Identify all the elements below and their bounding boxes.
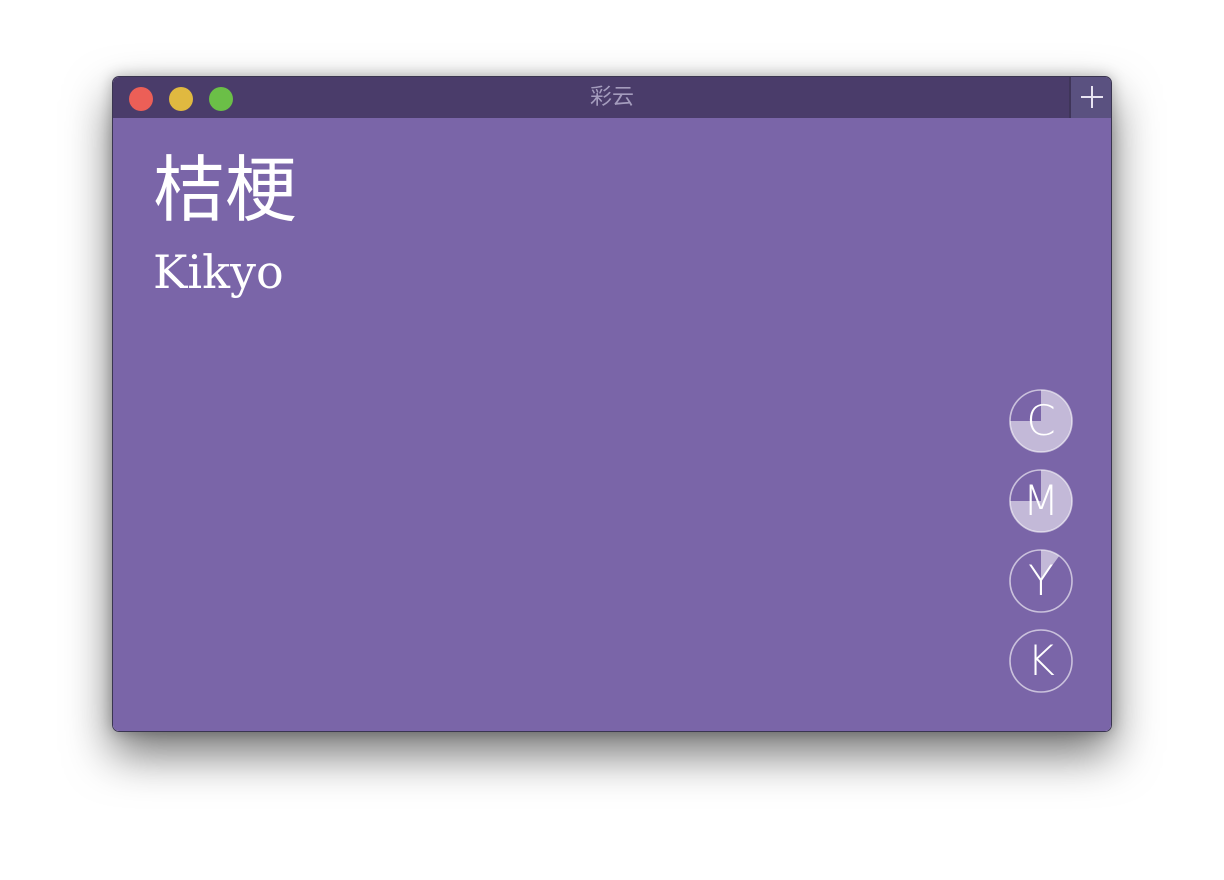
- color-panel: 桔梗 Kikyo CMYK: [113, 118, 1111, 731]
- app-window: 彩云 桔梗 Kikyo CMYK: [112, 76, 1112, 732]
- cmyk-dial-letter: C: [1026, 396, 1056, 445]
- cmyk-dials: CMYK: [1008, 388, 1074, 708]
- cmyk-dial-y: Y: [1008, 548, 1074, 614]
- cmyk-dial-k: K: [1008, 628, 1074, 694]
- color-name-romaji: Kikyo: [153, 245, 284, 299]
- title-bar[interactable]: 彩云: [113, 77, 1111, 118]
- color-name-chinese: 桔梗: [153, 148, 298, 232]
- window-title: 彩云: [589, 85, 634, 110]
- cmyk-dial-letter: Y: [1028, 556, 1054, 605]
- cmyk-dial-m: M: [1008, 468, 1074, 534]
- add-button[interactable]: [1069, 77, 1111, 118]
- cmyk-dial-letter: K: [1027, 636, 1055, 685]
- cmyk-dial-c: C: [1008, 388, 1074, 454]
- cmyk-dial-letter: M: [1022, 476, 1060, 525]
